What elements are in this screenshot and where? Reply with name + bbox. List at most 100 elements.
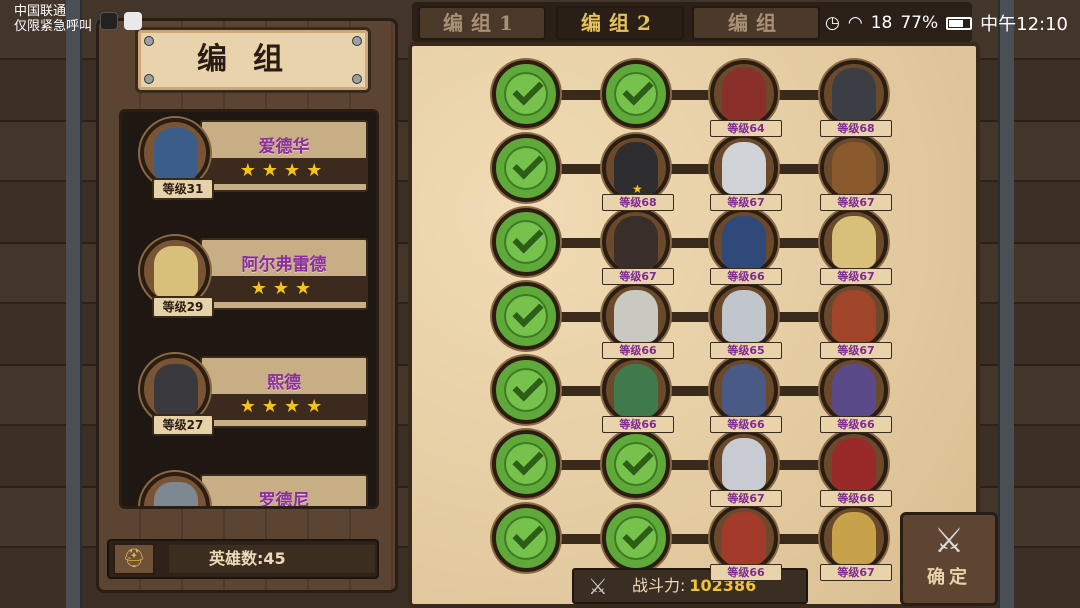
hero-list-item[interactable]: 熙德 ★★★★ 等级27 bbox=[122, 348, 376, 466]
status-right: ◷ ◠ 18 77% 中午12:10 bbox=[825, 10, 1068, 36]
checkmark-icon bbox=[512, 74, 544, 106]
hero-slot[interactable]: 等级66 bbox=[710, 504, 782, 581]
formation-board: 等级64 等级68 ★ 等级68 等级67 等级67 等级67 等级66 等级67 等级66 等级6… bbox=[408, 42, 980, 608]
app-notification-icon bbox=[124, 12, 142, 30]
hero-avatar bbox=[614, 364, 658, 416]
hero-slot[interactable]: 等级67 bbox=[820, 208, 892, 285]
hero-level: 等级66 bbox=[820, 490, 892, 507]
alarm-icon: ◷ bbox=[825, 13, 840, 33]
hero-name-plate: 熙德 ★★★★ bbox=[200, 356, 368, 428]
hero-slot[interactable]: 等级67 bbox=[710, 134, 782, 211]
hero-stars: ★★★★ bbox=[202, 158, 366, 184]
hero-level: 等级66 bbox=[710, 268, 782, 285]
empty-slot-check[interactable] bbox=[492, 208, 560, 276]
hero-level: 等级27 bbox=[152, 414, 214, 436]
title-text: 编组 bbox=[197, 42, 309, 77]
nail-icon bbox=[144, 74, 154, 84]
hero-avatar bbox=[722, 438, 766, 490]
hero-avatar bbox=[722, 68, 766, 120]
carrier-name: 中国联通 bbox=[14, 4, 67, 19]
empty-slot-check[interactable] bbox=[492, 282, 560, 350]
hero-level: 等级66 bbox=[820, 416, 892, 433]
hero-slot[interactable]: 等级67 bbox=[710, 430, 782, 507]
hero-avatar bbox=[832, 512, 876, 564]
hero-slot[interactable]: 等级66 bbox=[710, 208, 782, 285]
hero-avatar bbox=[154, 128, 198, 180]
hero-avatar bbox=[832, 290, 876, 342]
hero-slot[interactable]: 等级66 bbox=[820, 356, 892, 433]
hero-slot[interactable]: 等级66 bbox=[820, 430, 892, 507]
formation-row: 等级66 等级65 等级67 bbox=[492, 278, 892, 359]
hero-list-item[interactable]: 爱德华 ★★★★ 等级31 bbox=[122, 112, 376, 230]
hero-avatar bbox=[154, 482, 198, 506]
hero-list[interactable]: 爱德华★★★★等级31阿尔弗雷德★★★等级29熙德★★★★等级27罗德尼★★★ bbox=[119, 109, 379, 509]
confirm-button[interactable]: ⚔ 确定 bbox=[900, 512, 998, 606]
hero-avatar bbox=[722, 290, 766, 342]
formation-row: 等级67 等级66 等级67 bbox=[492, 204, 892, 285]
hero-slot[interactable]: 等级67 bbox=[602, 208, 674, 285]
row-connector bbox=[522, 90, 862, 100]
hero-avatar bbox=[722, 512, 766, 564]
hero-count: 英雄数:45 bbox=[169, 545, 375, 573]
hero-name: 阿尔弗雷德 bbox=[241, 255, 327, 275]
hero-slot[interactable]: 等级66 bbox=[710, 356, 782, 433]
signal-icon: 18 bbox=[870, 13, 893, 33]
hero-level: 等级67 bbox=[710, 194, 782, 211]
hero-list-panel: 编组 爱德华★★★★等级31阿尔弗雷德★★★等级29熙德★★★★等级27罗德尼★… bbox=[96, 18, 398, 593]
hero-name-plate: 罗德尼★★★ bbox=[200, 474, 368, 509]
hero-level: 等级67 bbox=[820, 194, 892, 211]
hero-level: 等级66 bbox=[602, 416, 674, 433]
empty-slot-check[interactable] bbox=[602, 430, 670, 498]
empty-slot-check[interactable] bbox=[492, 60, 560, 128]
hero-avatar bbox=[154, 364, 198, 416]
hero-level: 等级67 bbox=[820, 564, 892, 581]
helmet-icon[interactable]: ⛑ bbox=[113, 543, 155, 575]
empty-slot-check[interactable] bbox=[492, 430, 560, 498]
hero-slot[interactable]: 等级65 bbox=[710, 282, 782, 359]
hero-level: 等级66 bbox=[710, 564, 782, 581]
hero-slot[interactable]: 等级67 bbox=[820, 134, 892, 211]
checkmark-icon bbox=[512, 222, 544, 254]
battery-percent: 77% bbox=[900, 13, 939, 33]
hero-slot[interactable]: 等级67 bbox=[820, 282, 892, 359]
crossed-swords-icon: ⚔ bbox=[933, 521, 965, 561]
hero-name: 罗德尼 bbox=[258, 491, 310, 509]
clock: 中午12:10 bbox=[980, 14, 1068, 35]
formation-row: 等级66 等级66 等级66 bbox=[492, 352, 892, 433]
hero-count-bar: ⛑ 英雄数:45 bbox=[107, 539, 379, 579]
hero-slot[interactable]: 等级66 bbox=[602, 282, 674, 359]
hero-slot[interactable]: 等级64 bbox=[710, 60, 782, 137]
hero-level: 等级66 bbox=[602, 342, 674, 359]
checkmark-icon bbox=[622, 444, 654, 476]
hero-avatar bbox=[722, 142, 766, 194]
hero-slot[interactable]: 等级67 bbox=[820, 504, 892, 581]
hero-stars: ★★★★ bbox=[202, 394, 366, 420]
hero-list-item[interactable]: 罗德尼★★★ bbox=[122, 466, 376, 509]
empty-slot-check[interactable] bbox=[602, 504, 670, 572]
checkmark-icon bbox=[622, 74, 654, 106]
hero-level: 等级31 bbox=[152, 178, 214, 200]
hero-name: 熙德 bbox=[267, 373, 301, 393]
confirm-label: 确定 bbox=[927, 567, 971, 588]
hero-level: 等级29 bbox=[152, 296, 214, 318]
crossed-swords-icon: ⚔ bbox=[588, 575, 608, 600]
empty-slot-check[interactable] bbox=[492, 504, 560, 572]
status-bar: 中国联通 仅限紧急呼叫 ◷ ◠ 18 77% 中午12:10 bbox=[0, 0, 1080, 42]
hero-list-item[interactable]: 阿尔弗雷德 ★★★ 等级29 bbox=[122, 230, 376, 348]
hero-level: 等级68 bbox=[820, 120, 892, 137]
emergency-text: 仅限紧急呼叫 bbox=[14, 19, 93, 34]
empty-slot-check[interactable] bbox=[492, 356, 560, 424]
hero-stars: ★★★ bbox=[202, 276, 366, 302]
hero-slot[interactable]: 等级66 bbox=[602, 356, 674, 433]
battery-icon bbox=[946, 16, 973, 30]
hero-name-plate: 爱德华 ★★★★ bbox=[200, 120, 368, 192]
empty-slot-check[interactable] bbox=[602, 60, 670, 128]
hero-slot[interactable]: 等级68 bbox=[820, 60, 892, 137]
row-connector bbox=[522, 386, 862, 396]
hero-slot[interactable]: ★ 等级68 bbox=[602, 134, 674, 211]
hero-level: 等级67 bbox=[820, 342, 892, 359]
empty-slot-check[interactable] bbox=[492, 134, 560, 202]
wifi-icon: ◠ bbox=[847, 13, 863, 33]
formation-row: ★ 等级68 等级67 等级67 bbox=[492, 130, 892, 211]
notification-icons bbox=[100, 12, 142, 30]
